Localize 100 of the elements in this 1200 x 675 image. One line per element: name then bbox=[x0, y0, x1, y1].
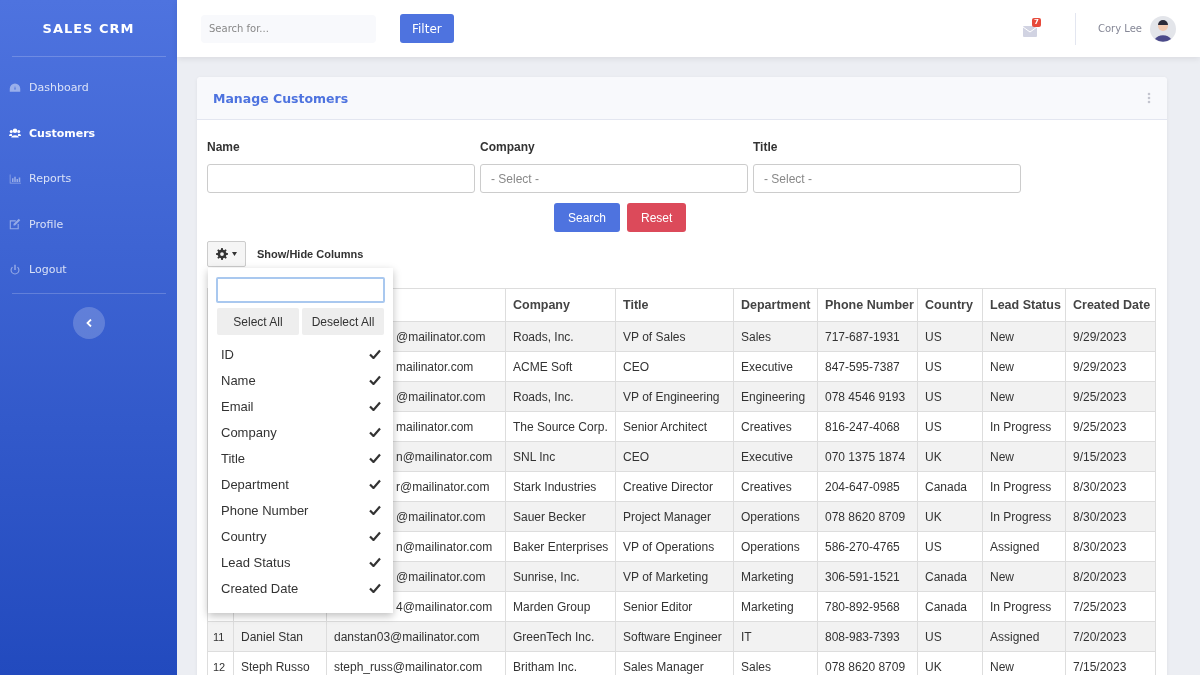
menu-item[interactable]: Name bbox=[221, 372, 256, 388]
sidebar-item[interactable]: Reports bbox=[0, 156, 177, 202]
table-cell: 070 1375 1874 bbox=[817, 441, 918, 472]
filter-button[interactable]: Filter bbox=[400, 14, 454, 43]
user-name[interactable]: Cory Lee bbox=[1098, 23, 1142, 34]
table-cell: 8/30/2023 bbox=[1065, 471, 1156, 502]
field-label: Title bbox=[753, 140, 779, 156]
menu-item[interactable]: ID bbox=[221, 346, 234, 362]
table-cell: Sauer Becker bbox=[505, 501, 616, 532]
menu-item[interactable]: Email bbox=[221, 398, 254, 414]
table-cell: 847-595-7387 bbox=[817, 351, 918, 382]
table-cell: 8/20/2023 bbox=[1065, 561, 1156, 592]
select-field[interactable]: - Select - bbox=[753, 164, 1021, 193]
input-field[interactable] bbox=[207, 164, 475, 193]
table-cell: VP of Sales bbox=[615, 321, 734, 352]
sidebar-item[interactable]: Profile bbox=[0, 201, 177, 247]
table-cell: In Progress bbox=[982, 411, 1066, 442]
column-header[interactable]: Country bbox=[917, 288, 983, 322]
table-cell: Senior Editor bbox=[615, 591, 734, 622]
menu-item[interactable]: Lead Status bbox=[221, 554, 291, 570]
table-cell: Sunrise, Inc. bbox=[505, 561, 616, 592]
table-cell: 717-687-1931 bbox=[817, 321, 918, 352]
reset-button[interactable]: Reset bbox=[627, 203, 687, 232]
column-header[interactable]: Department bbox=[733, 288, 818, 322]
sidebar-item[interactable]: Customers bbox=[0, 110, 177, 156]
column-header[interactable]: Title bbox=[615, 288, 734, 322]
table-cell: Stark Industries bbox=[505, 471, 616, 502]
table-cell: Roads, Inc. bbox=[505, 381, 616, 412]
collapse-button[interactable] bbox=[72, 306, 105, 339]
table-cell: GreenTech Inc. bbox=[505, 621, 616, 652]
column-header[interactable]: Created Date bbox=[1065, 288, 1156, 322]
table-cell: Assigned bbox=[982, 531, 1066, 562]
table-cell: CEO bbox=[615, 441, 734, 472]
table-cell: Operations bbox=[733, 531, 818, 562]
menu-item[interactable]: Company bbox=[221, 424, 277, 440]
menu-item[interactable]: Created Date bbox=[221, 580, 299, 596]
table-cell: Canada bbox=[917, 561, 983, 592]
table-cell: 586-270-4765 bbox=[817, 531, 918, 562]
column-header[interactable]: Company bbox=[505, 288, 616, 322]
envelope-icon bbox=[1023, 26, 1037, 37]
select-all-button[interactable]: Select All bbox=[217, 308, 299, 335]
menu-item[interactable]: Title bbox=[221, 450, 246, 466]
table-cell: VP of Operations bbox=[615, 531, 734, 562]
table-cell: 816-247-4068 bbox=[817, 411, 918, 442]
table-cell: Assigned bbox=[982, 621, 1066, 652]
deselect-all-button[interactable]: Deselect All bbox=[302, 308, 384, 335]
table-cell: VP of Engineering bbox=[615, 381, 734, 412]
table-cell: 204-647-0985 bbox=[817, 471, 918, 502]
brand-title: SALES CRM bbox=[11, 0, 166, 57]
search-button[interactable]: Search bbox=[554, 203, 621, 232]
table-cell: Executive bbox=[733, 351, 818, 382]
column-header[interactable]: Lead Status bbox=[982, 288, 1066, 322]
table-cell: 306-591-1521 bbox=[817, 561, 918, 592]
table-cell: US bbox=[917, 621, 983, 652]
search-field[interactable]: Search for... bbox=[201, 14, 376, 43]
table-cell: Creative Director bbox=[615, 471, 734, 502]
table-cell: UK bbox=[917, 441, 983, 472]
table-cell: danstan03@mailinator.com bbox=[326, 621, 506, 652]
table-cell: Marketing bbox=[733, 561, 818, 592]
menu-item[interactable]: Department bbox=[221, 476, 289, 492]
column-settings-button[interactable] bbox=[207, 241, 246, 267]
table-cell: Operations bbox=[733, 501, 818, 532]
table-cell: US bbox=[917, 531, 983, 562]
menu-item[interactable]: Country bbox=[221, 528, 267, 544]
select-field[interactable]: - Select - bbox=[480, 164, 748, 193]
table-cell: New bbox=[982, 441, 1066, 472]
table-cell: New bbox=[982, 561, 1066, 592]
table-cell: 780-892-9568 bbox=[817, 591, 918, 622]
table-cell: New bbox=[982, 381, 1066, 412]
table-cell: The Source Corp. bbox=[505, 411, 616, 442]
card-title: Manage Customers bbox=[213, 90, 349, 106]
table-cell: IT bbox=[733, 621, 818, 652]
table-cell: New bbox=[982, 321, 1066, 352]
table-cell: US bbox=[917, 351, 983, 382]
field-label: Name bbox=[207, 140, 241, 156]
sidebar-item[interactable]: Dashboard bbox=[0, 65, 177, 111]
table-cell: Executive bbox=[733, 441, 818, 472]
table-cell: 9/25/2023 bbox=[1065, 411, 1156, 442]
column-header[interactable]: Phone Number bbox=[817, 288, 918, 322]
table-cell: 8/30/2023 bbox=[1065, 501, 1156, 532]
table-cell: Baker Enterprises bbox=[505, 531, 616, 562]
menu-item[interactable]: Phone Number bbox=[221, 502, 309, 518]
table-cell: 808-983-7393 bbox=[817, 621, 918, 652]
table-cell: US bbox=[917, 321, 983, 352]
table-cell: In Progress bbox=[982, 501, 1066, 532]
table-cell: Canada bbox=[917, 471, 983, 502]
field-label: Company bbox=[480, 140, 536, 156]
table-cell: 7/20/2023 bbox=[1065, 621, 1156, 652]
table-cell: 9/25/2023 bbox=[1065, 381, 1156, 412]
sidebar-item[interactable]: Logout bbox=[0, 247, 177, 293]
table-cell: Daniel Stan bbox=[233, 621, 327, 652]
input-field[interactable] bbox=[216, 277, 385, 303]
table-cell: Sales bbox=[733, 321, 818, 352]
table-cell: Engineering bbox=[733, 381, 818, 412]
table-cell: 11 bbox=[207, 621, 234, 652]
table-cell: Senior Architect bbox=[615, 411, 734, 442]
table-cell: UK bbox=[917, 501, 983, 532]
table-cell: 9/29/2023 bbox=[1065, 321, 1156, 352]
table-cell: Creatives bbox=[733, 411, 818, 442]
table-cell: Creatives bbox=[733, 471, 818, 502]
